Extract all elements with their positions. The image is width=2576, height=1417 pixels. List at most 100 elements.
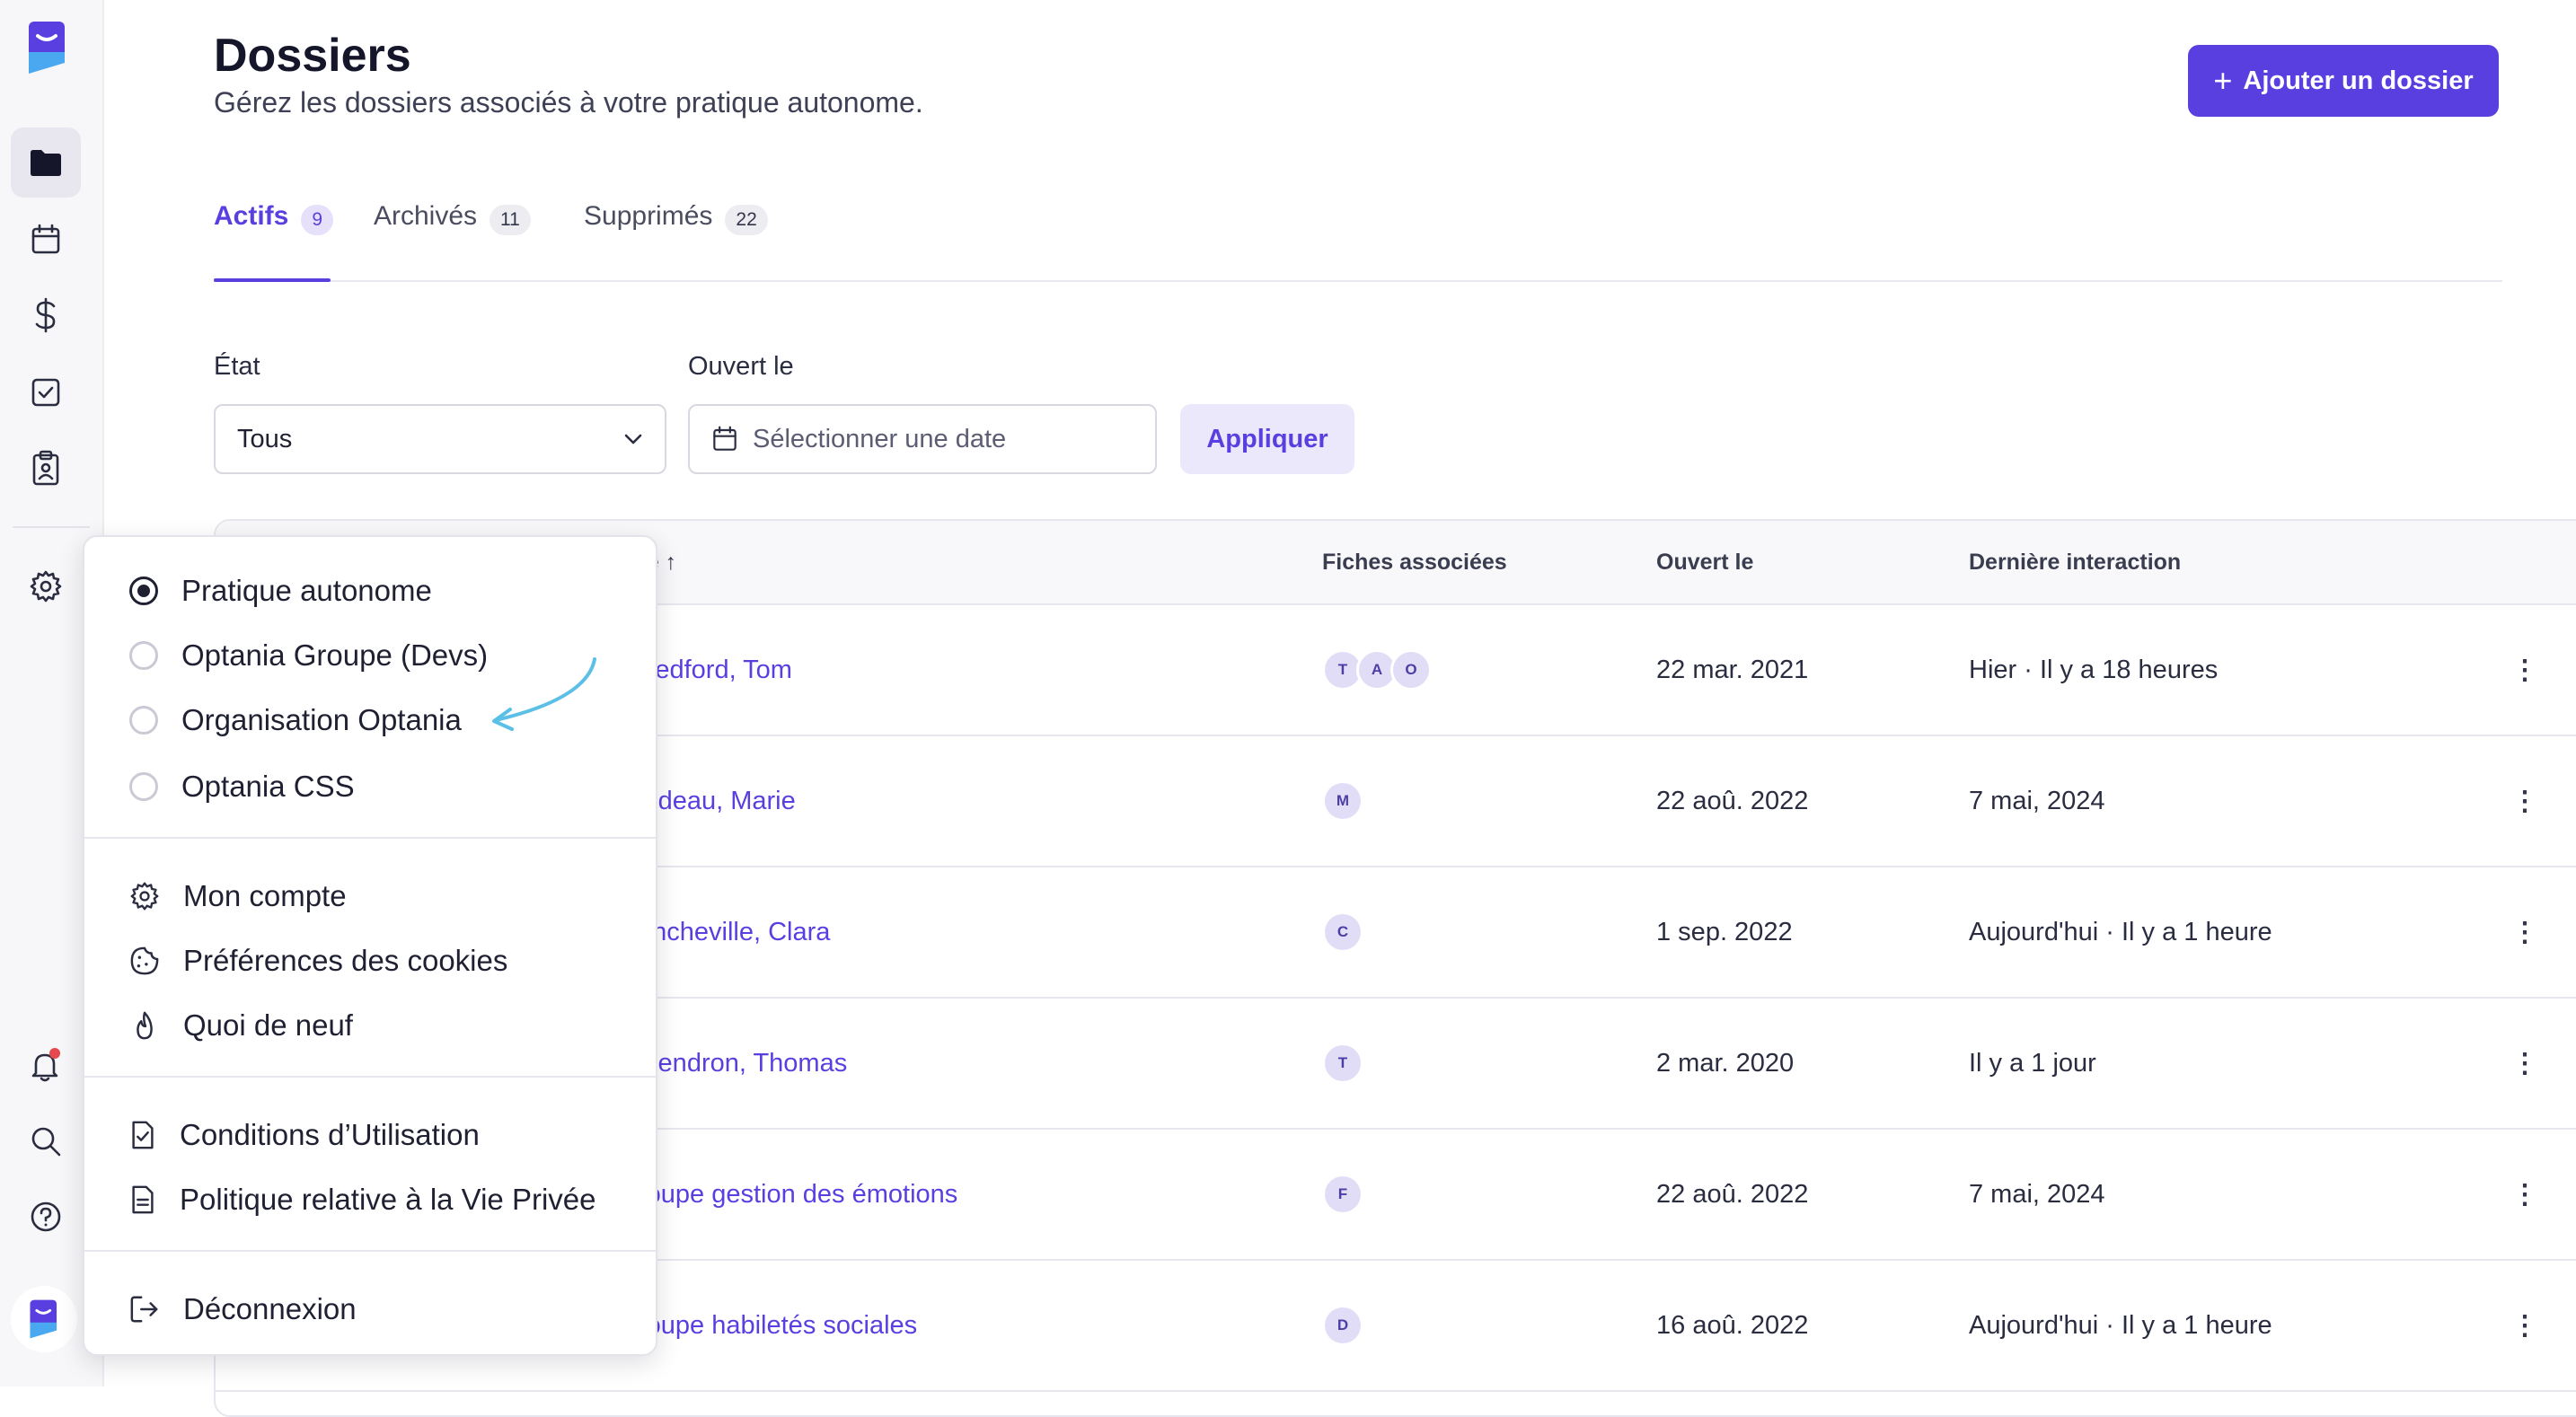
sidebar-item-help[interactable]	[11, 1182, 81, 1252]
column-header-opened[interactable]: Ouvert le	[1656, 550, 1753, 576]
associated-files: T A O	[1322, 605, 1432, 735]
tab-count: 9	[301, 205, 334, 235]
page-title: Dossiers	[214, 30, 411, 82]
row-actions-button[interactable]: ⋮	[2511, 1130, 2538, 1259]
dossier-name-link[interactable]: roupe gestion des émotions	[638, 1130, 957, 1259]
dossier-name-link[interactable]: Bedford, Tom	[638, 605, 792, 735]
more-vertical-icon: ⋮	[2511, 1048, 2538, 1078]
gear-icon	[130, 882, 159, 911]
menu-divider	[84, 1250, 656, 1252]
dossier-name: roupe habiletés sociales	[638, 1310, 918, 1340]
row-actions-button[interactable]: ⋮	[2511, 1261, 2538, 1390]
menu-item-cookie-preferences[interactable]: Préférences des cookies	[129, 936, 507, 986]
opened-date: 1 sep. 2022	[1656, 917, 1793, 946]
add-dossier-button[interactable]: + Ajouter un dossier	[2188, 45, 2499, 117]
radio-unchecked-icon	[129, 706, 158, 735]
dossier-name: Gendron, Thomas	[638, 1048, 848, 1078]
menu-item-privacy-policy[interactable]: Politique relative à la Vie Privée	[129, 1175, 595, 1225]
app-logo[interactable]	[27, 20, 68, 75]
sidebar-item-calendar[interactable]	[11, 205, 81, 275]
dossier-name-link[interactable]: ancheville, Clara	[638, 867, 830, 997]
tab-supprimes[interactable]: Supprimés 22	[584, 201, 768, 282]
more-vertical-icon: ⋮	[2511, 1179, 2538, 1210]
plus-icon: +	[2213, 62, 2233, 99]
column-header-files: Fiches associées	[1322, 550, 1507, 575]
dossier-name: lodeau, Marie	[638, 786, 796, 815]
profile-avatar-button[interactable]	[11, 1286, 77, 1352]
date-picker-placeholder: Sélectionner une date	[753, 424, 1007, 453]
sidebar-item-search[interactable]	[11, 1106, 81, 1176]
sidebar-item-clipboard[interactable]	[11, 433, 81, 503]
more-vertical-icon: ⋮	[2511, 786, 2538, 816]
search-icon	[31, 1127, 61, 1157]
sidebar-item-billing[interactable]	[11, 280, 81, 350]
org-option-label: Optania CSS	[181, 770, 355, 803]
menu-item-logout[interactable]: Déconnexion	[129, 1284, 357, 1334]
dossier-name-link[interactable]: lodeau, Marie	[638, 736, 796, 866]
tab-label: Archivés	[374, 201, 478, 231]
opened-date: 22 aoû. 2022	[1656, 1179, 1809, 1209]
dossier-name: ancheville, Clara	[638, 917, 831, 946]
associated-files: D	[1322, 1261, 1363, 1390]
page-subtitle: Gérez les dossiers associés à votre prat…	[214, 86, 923, 119]
associated-files: M	[1322, 736, 1363, 866]
tabs: Actifs 9 Archivés 11 Supprimés 22	[214, 201, 2502, 282]
apply-button[interactable]: Appliquer	[1180, 404, 1354, 474]
sidebar-item-tasks[interactable]	[11, 357, 81, 427]
add-dossier-label: Ajouter un dossier	[2243, 66, 2474, 95]
org-option-label: Organisation Optania	[181, 703, 462, 736]
document-check-icon	[132, 1121, 154, 1149]
menu-item-terms[interactable]: Conditions d’Utilisation	[129, 1110, 480, 1160]
tab-actifs[interactable]: Actifs 9	[214, 201, 334, 282]
clipboard-icon	[32, 450, 59, 486]
menu-item-label: Quoi de neuf	[183, 1008, 353, 1042]
row-actions-button[interactable]: ⋮	[2511, 999, 2538, 1128]
bell-icon	[31, 1048, 60, 1082]
menu-item-label: Politique relative à la Vie Privée	[180, 1183, 596, 1216]
org-option-optania-groupe-devs[interactable]: Optania Groupe (Devs)	[129, 630, 488, 681]
row-actions-button[interactable]: ⋮	[2511, 736, 2538, 866]
opened-date: 22 mar. 2021	[1656, 655, 1809, 684]
associated-files: T	[1322, 999, 1363, 1128]
opened-date: 2 mar. 2020	[1656, 1048, 1795, 1078]
menu-item-label: Déconnexion	[183, 1292, 357, 1325]
dossier-name-link[interactable]: Gendron, Thomas	[638, 999, 847, 1128]
menu-item-label: Mon compte	[183, 879, 347, 912]
sidebar-item-settings[interactable]	[11, 551, 81, 621]
row-actions-button[interactable]: ⋮	[2511, 867, 2538, 997]
folder-icon	[31, 150, 61, 176]
more-vertical-icon: ⋮	[2511, 917, 2538, 947]
dossier-name-link[interactable]: roupe habiletés sociales	[638, 1261, 917, 1390]
cookie-icon	[130, 946, 159, 975]
avatar: F	[1322, 1174, 1363, 1215]
menu-item-my-account[interactable]: Mon compte	[129, 871, 347, 921]
org-option-organisation-optania[interactable]: Organisation Optania	[129, 695, 462, 745]
more-vertical-icon: ⋮	[2511, 655, 2538, 685]
org-option-optania-css[interactable]: Optania CSS	[129, 761, 355, 812]
tab-count: 22	[725, 205, 768, 235]
calendar-icon	[31, 224, 60, 254]
org-option-label: Optania Groupe (Devs)	[181, 638, 489, 672]
menu-divider	[84, 837, 656, 839]
annotation-arrow-icon	[492, 657, 596, 731]
associated-files: F	[1322, 1130, 1363, 1259]
menu-item-label: Conditions d’Utilisation	[180, 1118, 480, 1151]
help-icon	[31, 1201, 61, 1232]
avatar: M	[1322, 780, 1363, 822]
logout-icon	[130, 1296, 158, 1323]
row-actions-button[interactable]: ⋮	[2511, 605, 2538, 735]
sidebar-item-notifications[interactable]	[11, 1031, 81, 1101]
logo-icon	[30, 1299, 57, 1339]
date-picker-input[interactable]: Sélectionner une date	[688, 404, 1157, 474]
column-header-last-interaction[interactable]: Dernière interaction	[1969, 550, 2181, 576]
org-option-pratique-autonome[interactable]: Pratique autonome	[129, 566, 432, 616]
tab-archives[interactable]: Archivés 11	[374, 201, 531, 282]
sidebar-item-dossiers[interactable]	[11, 128, 81, 198]
last-interaction: Aujourd'hui · Il y a 1 heure	[1969, 917, 2272, 946]
menu-divider	[84, 1076, 656, 1078]
last-interaction: 7 mai, 2024	[1969, 1179, 2105, 1209]
state-select[interactable]: Tous	[214, 404, 666, 474]
radio-unchecked-icon	[129, 641, 158, 670]
flame-icon	[137, 1011, 153, 1040]
menu-item-whats-new[interactable]: Quoi de neuf	[129, 1000, 353, 1051]
